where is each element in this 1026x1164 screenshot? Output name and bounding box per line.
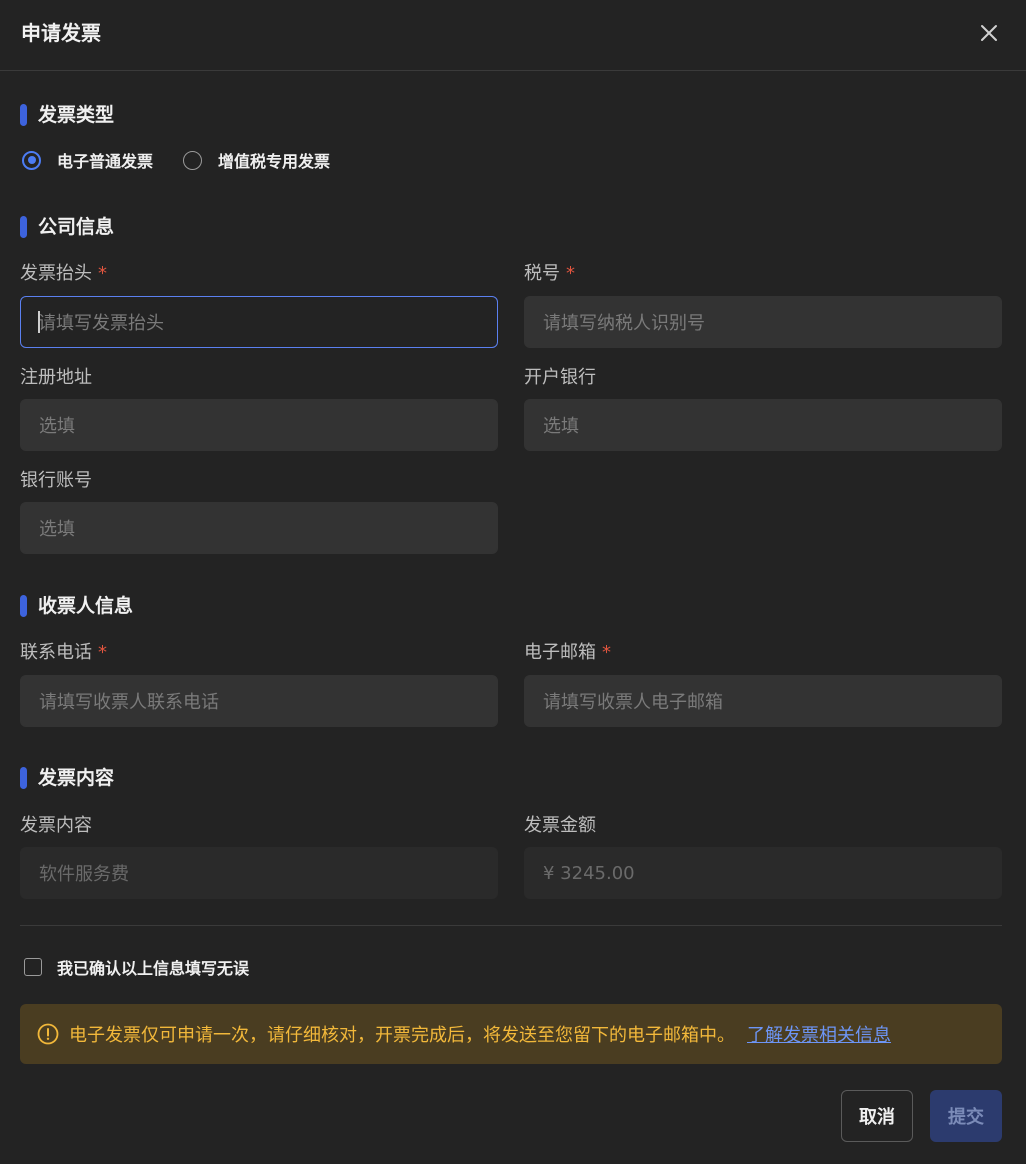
invoice-title-label: 发票抬头 * [20, 263, 107, 285]
bank-account-label: 银行账号 [20, 470, 92, 491]
section-marker [20, 595, 27, 617]
section-title-label: 发票类型 [38, 104, 115, 126]
bank-label: 开户银行 [524, 367, 596, 388]
confirm-checkbox-row[interactable]: 我已确认以上信息填写无误 [24, 955, 249, 979]
invoice-content-field: 软件服务费 [20, 847, 498, 899]
radio-label: 电子普通发票 [57, 152, 154, 171]
confirm-checkbox[interactable] [24, 958, 42, 976]
invoice-amount-label: 发票金额 [524, 815, 596, 836]
close-icon[interactable] [975, 19, 1003, 47]
bank-input[interactable]: 选填 [524, 399, 1002, 451]
divider [20, 925, 1002, 926]
field-value: ¥ 3245.00 [543, 862, 635, 884]
address-input[interactable]: 选填 [20, 399, 498, 451]
required-mark: * [566, 263, 575, 284]
dialog-title: 申请发票 [21, 21, 101, 45]
radio-label: 增值税专用发票 [218, 152, 331, 171]
email-input[interactable]: 请填写收票人电子邮箱 [524, 675, 1002, 727]
invoice-amount-field: ¥ 3245.00 [524, 847, 1002, 899]
required-mark: * [98, 642, 107, 663]
cancel-button[interactable]: 取消 [841, 1090, 913, 1142]
phone-input[interactable]: 请填写收票人联系电话 [20, 675, 498, 727]
submit-button[interactable]: 提交 [930, 1090, 1002, 1142]
label-text: 税号 [524, 263, 560, 284]
section-marker [20, 216, 27, 238]
section-recipient-info: 收票人信息 [20, 594, 133, 618]
radio-button-checked[interactable] [22, 150, 41, 170]
section-marker [20, 767, 27, 789]
text-caret [38, 311, 40, 333]
notice-text: 电子发票仅可申请一次，请仔细核对，开票完成后，将发送至您留下的电子邮箱中。 [69, 1025, 735, 1046]
bank-account-input[interactable]: 选填 [20, 502, 498, 554]
section-invoice-content: 发票内容 [20, 766, 114, 790]
input-placeholder: 请填写发票抬头 [38, 313, 164, 334]
invoice-content-label: 发票内容 [20, 815, 92, 836]
tax-number-label: 税号 * [524, 263, 575, 285]
required-mark: * [602, 642, 611, 663]
input-placeholder: 选填 [39, 416, 75, 437]
address-label: 注册地址 [20, 367, 92, 388]
label-text: 电子邮箱 [524, 642, 596, 663]
section-company-info: 公司信息 [20, 215, 114, 239]
confirm-label: 我已确认以上信息填写无误 [57, 959, 250, 978]
warning-circle-icon [37, 1023, 59, 1045]
dialog-header: 申请发票 [0, 0, 1026, 71]
tax-number-input[interactable]: 请填写纳税人识别号 [524, 296, 1002, 348]
field-value: 软件服务费 [39, 864, 129, 885]
label-text: 发票抬头 [20, 263, 92, 284]
input-placeholder: 选填 [543, 416, 579, 437]
input-placeholder: 请填写收票人电子邮箱 [543, 692, 723, 713]
notice-banner: 电子发票仅可申请一次，请仔细核对，开票完成后，将发送至您留下的电子邮箱中。 了解… [20, 1004, 1002, 1064]
section-invoice-type: 发票类型 [20, 103, 114, 127]
label-text: 联系电话 [20, 642, 92, 663]
input-placeholder: 请填写纳税人识别号 [543, 313, 705, 334]
input-placeholder: 请填写收票人联系电话 [39, 692, 219, 713]
radio-button[interactable] [183, 150, 203, 170]
section-title-label: 收票人信息 [38, 595, 134, 617]
invoice-title-input[interactable]: 请填写发票抬头 [20, 296, 498, 348]
email-label: 电子邮箱 * [524, 642, 611, 664]
phone-label: 联系电话 * [20, 642, 107, 664]
required-mark: * [98, 263, 107, 284]
section-title-label: 发票内容 [38, 767, 115, 789]
invoice-type-radio-group: 电子普通发票 增值税专用发票 [22, 148, 360, 172]
radio-vat-invoice[interactable]: 增值税专用发票 [183, 148, 330, 172]
section-marker [20, 104, 27, 126]
radio-electronic-invoice[interactable]: 电子普通发票 [22, 148, 153, 172]
section-title-label: 公司信息 [38, 216, 115, 238]
learn-more-link[interactable]: 了解发票相关信息 [747, 1021, 891, 1047]
input-placeholder: 选填 [39, 519, 75, 540]
